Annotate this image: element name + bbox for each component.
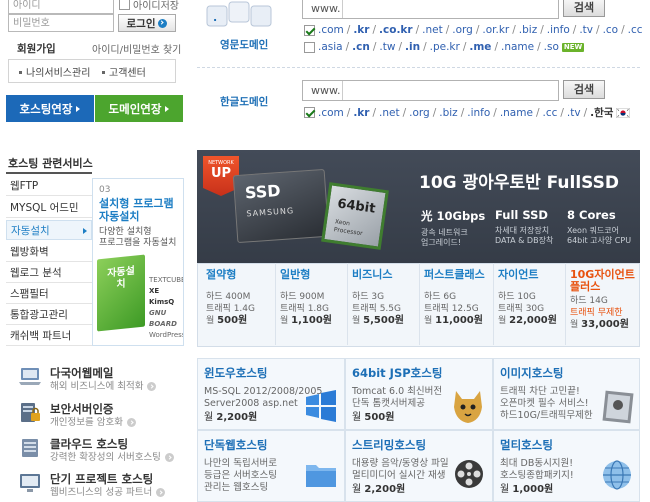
english-domain-label: 영문도메인: [220, 39, 269, 51]
save-id-option[interactable]: 아이디저장: [119, 0, 179, 12]
hosting-jsp[interactable]: 64bit JSP호스팅 Tomcat 6.0 최신버전 단독 톰캣서버제공 월…: [345, 358, 493, 430]
hosting-extend-button[interactable]: 호스팅연장: [6, 95, 94, 122]
english-tld-row2: .asia / .cn / .tw / .in / .pe.kr / .me / .name…: [304, 41, 585, 53]
banner-feature-3: 8 Cores Xeon 쿼드코어 64bit 고사양 CPU: [567, 208, 632, 245]
arrow-right-icon: [165, 105, 170, 112]
korean-search-button[interactable]: 검색: [563, 80, 605, 99]
go-icon: [126, 418, 136, 427]
banner-feature-1: 光 10Gbps 광속 네트워크 업그레이드!: [421, 209, 486, 247]
plan-giant[interactable]: 자이언트 하드 10G 트래픽 30G 월 22,000원: [493, 263, 565, 345]
domain-extend-button[interactable]: 도메인연장: [95, 95, 183, 122]
tomcat-logo-icon: [454, 391, 482, 423]
autoinstall-box-image: 자동설치: [97, 254, 145, 332]
arrow-right-icon: [83, 228, 87, 234]
menu-item-autoinstall[interactable]: 자동설치: [6, 220, 92, 240]
login-button[interactable]: 로그인: [118, 14, 176, 32]
laptop-mail-icon: [19, 368, 41, 385]
go-icon: [156, 488, 166, 497]
menu-item-spam-filter[interactable]: 스팸필터: [6, 284, 92, 304]
menu-item-cashback[interactable]: 캐쉬백 파트너: [6, 326, 92, 346]
hosting-multi[interactable]: 멀티호스팅 최대 DB동시지원! 호스팅종합패키지! 월 1,000원: [493, 430, 640, 502]
menu-item-mysql-admin[interactable]: MYSQL 어드민: [6, 198, 92, 218]
svg-text:.: .: [213, 11, 217, 24]
arrow-right-icon: [76, 105, 81, 112]
menu-item-web-firewall[interactable]: 웹방화벽: [6, 242, 92, 262]
find-account-link[interactable]: 아이디/비밀번호 찾기: [92, 41, 181, 56]
go-icon: [147, 382, 157, 391]
gnuboard-logo: GNU BOARD: [149, 309, 177, 328]
new-badge: NEW: [561, 42, 585, 52]
service-ssl[interactable]: 보안서버인증 개인정보를 암호화: [18, 402, 136, 436]
hosting-menu-title: 호스팅 관련서비스: [8, 157, 93, 170]
plan-general[interactable]: 일반형 하드 900M 트래픽 1.8G 월 1,100원: [275, 263, 347, 345]
ssd-image: SSD SAMSUNG: [232, 168, 330, 244]
tld-checkbox[interactable]: [304, 107, 315, 118]
keyboard-icon: .: [206, 1, 272, 27]
go-icon: [164, 453, 174, 462]
textcube-logo: TEXTCUBE: [149, 276, 184, 284]
plan-first-class[interactable]: 퍼스트클래스 하드 6G 트래픽 12.5G 월 11,000원: [419, 263, 493, 345]
xe-logo: XE: [149, 287, 160, 295]
folder-icon: [306, 465, 336, 487]
cpu-image: 64bit Xeon Processor: [321, 182, 389, 250]
plan-giant-plus[interactable]: 10G자이언트 플러스 하드 14G 트래픽 무제한 월 33,000원: [565, 263, 639, 345]
network-banner[interactable]: NETWORK UP SSD SAMSUNG 64bit Xeon Proces…: [197, 150, 640, 263]
menu-item-ad-manage[interactable]: 통합광고관리: [6, 305, 92, 325]
service-multilang-mail[interactable]: 다국어웹메일 해외 비즈니스에 최적화: [18, 366, 157, 400]
hosting-dedicated-web[interactable]: 단독웹호스팅 나만의 독립서버로 등급은 서버호스팅 관리는 웹호스팅: [197, 430, 345, 502]
menu-item-webftp[interactable]: 웹FTP: [6, 176, 92, 196]
banner-headline: 10G 광아우토반 FullSSD: [419, 173, 620, 193]
tld-checkbox[interactable]: [304, 41, 315, 53]
hosting-windows[interactable]: 윈도우호스팅 MS-SQL 2012/2008/2005 Server2008 …: [197, 358, 345, 430]
tld-checkbox[interactable]: [304, 24, 315, 36]
join-link[interactable]: 회원가입: [17, 41, 56, 56]
user-id-input[interactable]: 아이디: [8, 0, 114, 14]
chevron-right-icon: [158, 18, 168, 28]
english-tld-row1: .com / .kr / .co.kr / .net / .org / .or.kr / .…: [304, 24, 643, 36]
service-short-project[interactable]: 단기 프로젝트 호스팅 웹비즈니스의 성공 파트너: [18, 472, 166, 502]
english-search-button[interactable]: 검색: [563, 0, 605, 17]
menu-item-weblog[interactable]: 웹로그 분석: [6, 263, 92, 283]
cloud-server-icon: [22, 439, 38, 457]
hosting-streaming[interactable]: 스트리밍호스팅 대용량 음악/동영상 파일 멀티미디어 실시간 재생 월 2,2…: [345, 430, 493, 502]
hosting-menu-rule: [6, 172, 92, 174]
korean-tld-row: .com / .kr / .net / .org / .biz / .info / .nam…: [304, 105, 631, 120]
wordpress-logo: WordPress: [149, 331, 184, 339]
banner-feature-2: Full SSD 차세대 저장장치 DATA & DB장착: [495, 208, 554, 245]
plan-saving[interactable]: 절약형 하드 400M 트래픽 1.4G 월 500원: [202, 263, 274, 345]
windows-logo-icon: [306, 390, 336, 422]
english-domain-input[interactable]: www.: [302, 0, 559, 19]
password-input[interactable]: 비밀번호: [8, 14, 114, 32]
kimsq-logo: KimsQ: [149, 298, 175, 306]
globe-icon: [603, 460, 631, 490]
korean-domain-label: 한글도메인: [220, 96, 269, 108]
domain-divider: [197, 67, 640, 68]
autoinstall-promo[interactable]: 03 설치형 프로그램 자동설치 다양한 설치형 프로그램을 자동설치 자동설치…: [92, 178, 184, 346]
hosting-image[interactable]: 이미지호스팅 트래픽 차단 고민끝! 오픈마켓 필수 서비스! 하드10G/트래…: [493, 358, 640, 430]
photo-frame-icon: [602, 390, 634, 424]
korea-flag-icon: [616, 107, 631, 118]
customer-center-link[interactable]: 고객센터: [92, 64, 175, 79]
security-server-icon: [21, 403, 40, 422]
save-id-checkbox[interactable]: [119, 0, 130, 10]
korean-domain-input[interactable]: www.: [302, 80, 559, 101]
plan-business[interactable]: 비즈니스 하드 3G 트래픽 5.5G 월 5,500원: [347, 263, 419, 345]
service-cloud[interactable]: 클라우드 호스팅 강력한 확장성의 서버호스팅: [18, 437, 174, 471]
my-service-link[interactable]: 나의서비스관리: [9, 64, 92, 79]
film-reel-icon: [455, 460, 483, 488]
monitor-icon: [20, 474, 40, 492]
login-links: 나의서비스관리 고객센터: [8, 59, 176, 83]
